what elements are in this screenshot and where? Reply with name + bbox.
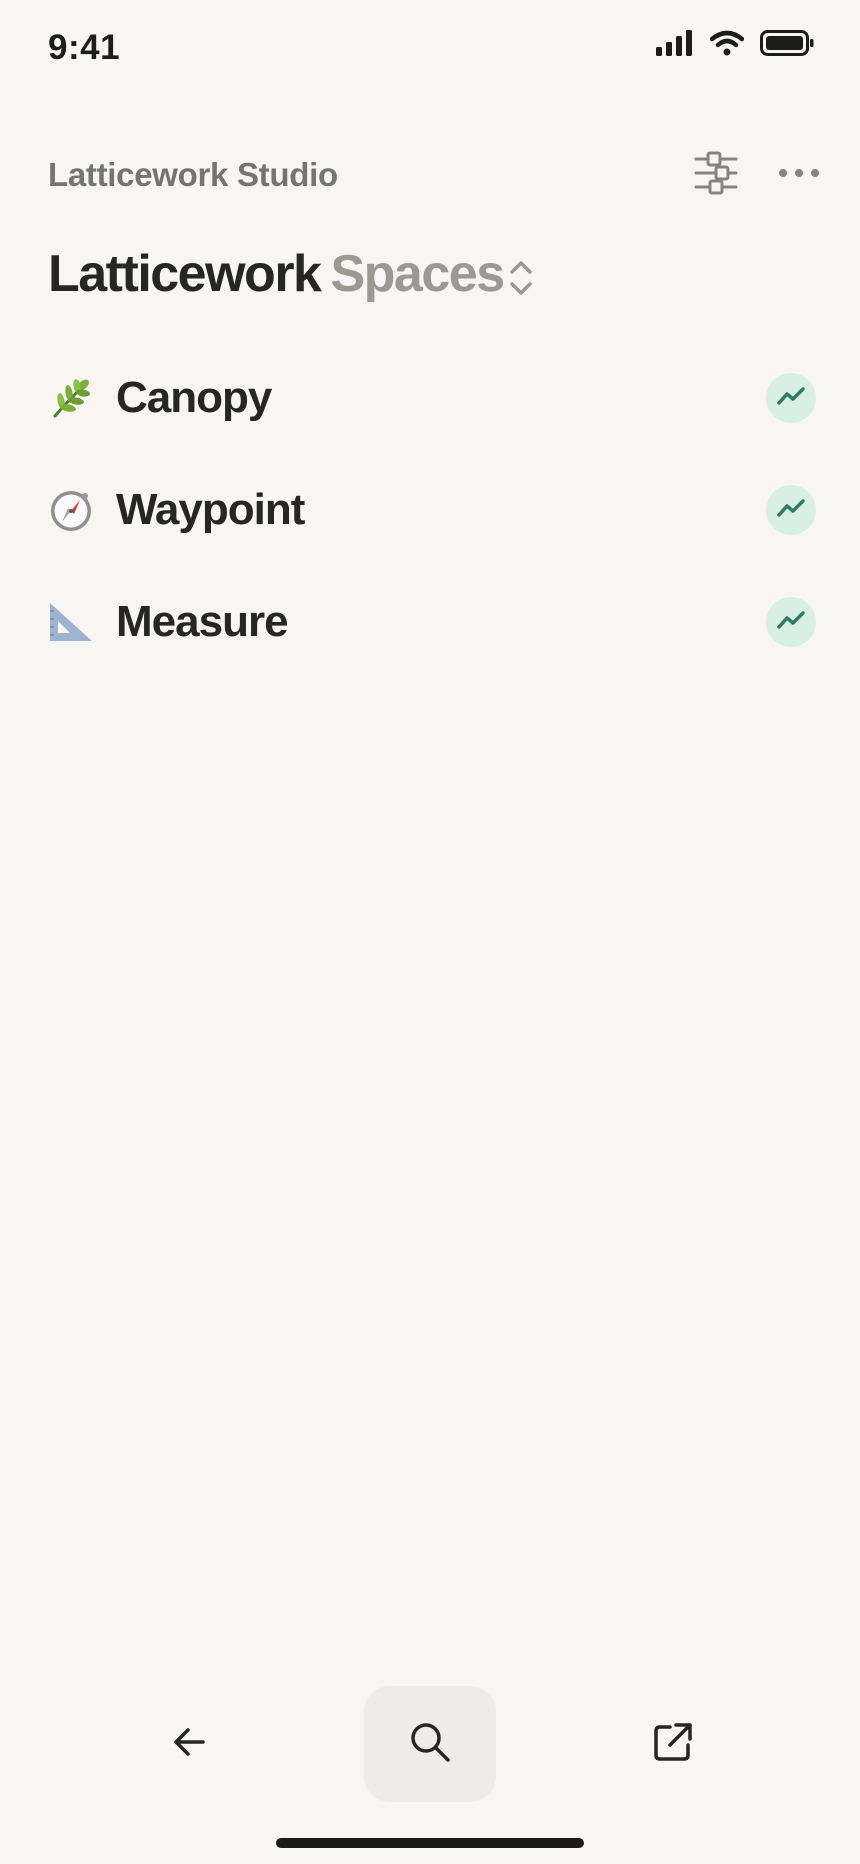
sliders-icon <box>694 151 738 200</box>
search-icon <box>408 1720 452 1769</box>
status-bar: 9:41 <box>0 0 860 100</box>
open-external-button[interactable] <box>623 1686 723 1802</box>
home-indicator <box>276 1838 584 1848</box>
space-list: Canopy Waypoint Measure <box>48 342 816 678</box>
header-actions <box>694 151 820 200</box>
space-label: Measure <box>116 597 289 646</box>
space-activity-badge[interactable] <box>766 485 816 535</box>
status-icons <box>656 30 814 61</box>
title-main: Latticework <box>48 245 322 303</box>
trend-up-icon <box>777 386 805 411</box>
trend-up-icon <box>777 498 805 523</box>
workspace-name[interactable]: Latticework Studio <box>48 156 338 194</box>
search-button[interactable] <box>364 1686 496 1802</box>
more-icon <box>778 166 820 184</box>
space-activity-badge[interactable] <box>766 597 816 647</box>
bottom-toolbar <box>0 1686 860 1802</box>
open-external-icon <box>652 1721 694 1768</box>
filter-button[interactable] <box>694 151 738 200</box>
trend-up-icon <box>777 610 805 635</box>
wifi-icon <box>709 30 745 61</box>
battery-icon <box>760 30 814 61</box>
space-item-canopy[interactable]: Canopy <box>48 342 816 454</box>
status-time: 9:41 <box>48 28 121 67</box>
workspace-header: Latticework Studio <box>48 150 820 200</box>
space-activity-badge[interactable] <box>766 373 816 423</box>
cellular-signal-icon <box>656 30 694 61</box>
compass-icon <box>48 487 94 533</box>
space-label: Waypoint <box>116 485 305 534</box>
page-title: Latticework Spaces <box>48 244 534 304</box>
chevron-up-down-icon <box>504 244 534 304</box>
back-arrow-icon <box>173 1725 207 1764</box>
triangle-ruler-icon <box>48 599 94 645</box>
spaces-switcher[interactable]: Spaces <box>330 244 533 304</box>
leaf-icon <box>48 375 94 421</box>
space-label: Canopy <box>116 373 272 422</box>
spaces-switcher-label: Spaces <box>330 245 505 303</box>
space-item-waypoint[interactable]: Waypoint <box>48 454 816 566</box>
space-item-measure[interactable]: Measure <box>48 566 816 678</box>
more-button[interactable] <box>778 166 820 184</box>
back-button[interactable] <box>140 1686 240 1802</box>
